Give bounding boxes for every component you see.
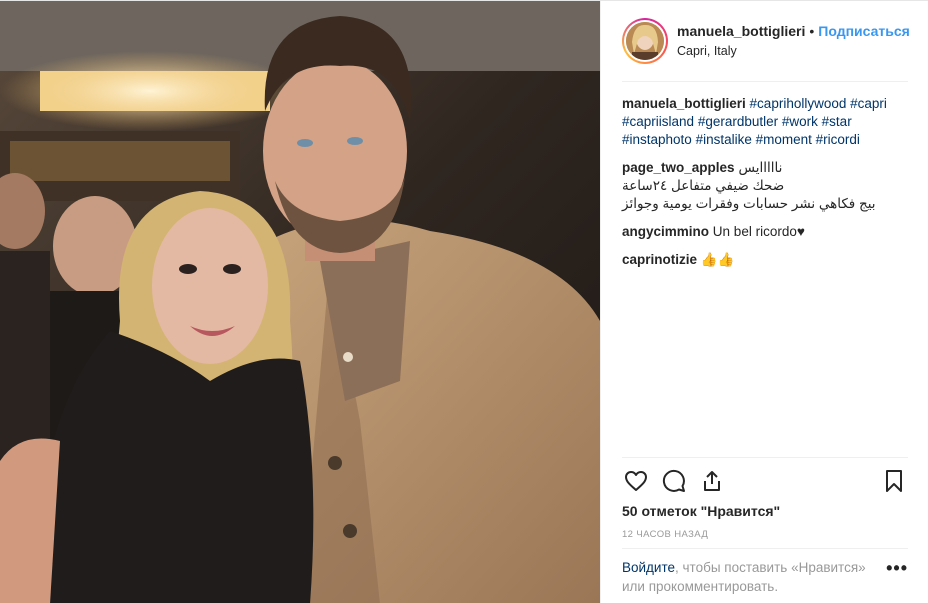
header-username[interactable]: manuela_bottiglieri [677,22,805,40]
hashtag-link[interactable]: #star [822,114,852,129]
header-divider [622,81,908,82]
avatar[interactable] [626,22,664,60]
comment-text: ضحك ضيفي متفاعل ٢٤ساعة [622,178,785,193]
comment-username[interactable]: angycimmino [622,224,709,239]
more-options-icon[interactable]: ••• [886,559,908,577]
comments-section: manuela_bottiglieri #caprihollywood #cap… [622,95,914,279]
action-bar [622,463,908,499]
hashtag-link[interactable]: #capri [850,96,887,111]
actions-divider [622,457,908,458]
hashtag-link[interactable]: #caprihollywood [750,96,847,111]
comment-item: angycimmino Un bel ricordo♥ [622,223,914,241]
bookmark-icon[interactable] [880,467,908,495]
follow-button[interactable]: Подписаться [818,22,910,40]
post-sidebar: manuela_bottiglieri • Подписаться Capri,… [600,1,928,603]
footer-divider [622,548,908,549]
caption: manuela_bottiglieri #caprihollywood #cap… [622,95,914,149]
comment-username[interactable]: page_two_apples [622,159,735,177]
comment-item: caprinotizie 👍👍 [622,251,914,269]
hashtag-link[interactable]: #ricordi [816,132,860,147]
comment-username[interactable]: caprinotizie [622,252,697,267]
hashtag-link[interactable]: #gerardbutler [698,114,778,129]
login-prompt: Войдите, чтобы поставить «Нравится» или … [622,558,882,596]
hashtag-link[interactable]: #capriisland [622,114,694,129]
avatar-photo [626,22,664,60]
caption-username[interactable]: manuela_bottiglieri [622,96,746,111]
post-photo[interactable] [0,1,600,603]
comment-icon[interactable] [660,467,688,495]
story-ring[interactable] [622,18,668,64]
comment-text: Un bel ricordo♥ [712,224,805,239]
comment-item: page_two_apples نااااايس ضحك ضيفي متفاعل… [622,159,914,213]
hashtag-link[interactable]: #moment [756,132,812,147]
post-timestamp[interactable]: 12 ЧАСОВ НАЗАД [622,529,708,540]
hashtag-link[interactable]: #instaphoto [622,132,692,147]
heart-icon[interactable] [622,467,650,495]
share-icon[interactable] [698,467,726,495]
hashtag-link[interactable]: #work [782,114,818,129]
location-link[interactable]: Capri, Italy [677,42,910,60]
comment-text: 👍👍 [700,252,735,267]
header-separator: • [809,23,815,39]
comment-text: نااااايس [738,160,783,175]
login-link[interactable]: Войдите [622,560,675,575]
instagram-post: manuela_bottiglieri • Подписаться Capri,… [0,0,928,603]
post-header: manuela_bottiglieri • Подписаться Capri,… [601,1,928,81]
photo-illustration [0,1,600,603]
comment-text: بيج فكاهي نشر حسابات وفقرات يومية وجوائز [622,196,876,211]
hashtag-link[interactable]: #instalike [696,132,752,147]
likes-count[interactable]: 50 отметок "Нравится" [622,503,780,519]
